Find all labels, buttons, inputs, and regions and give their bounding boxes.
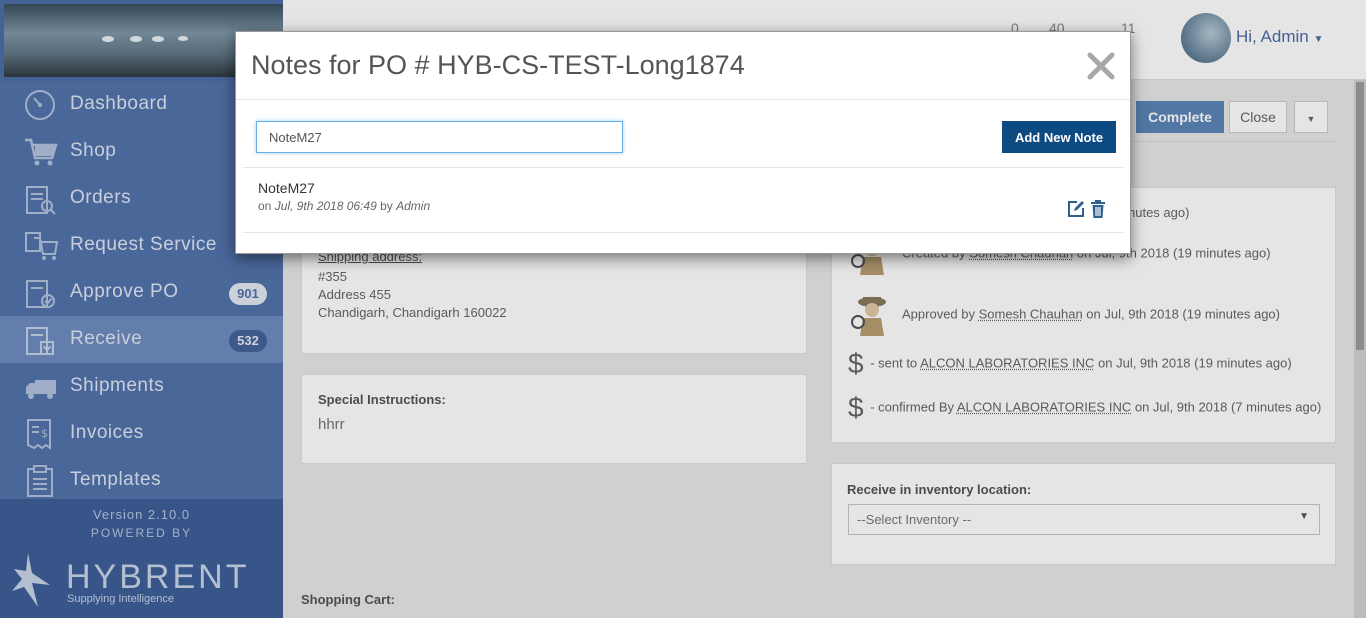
notes-modal: Notes for PO # HYB-CS-TEST-Long1874 Add … (235, 31, 1131, 254)
close-icon[interactable] (1086, 51, 1116, 81)
edit-icon[interactable] (1066, 199, 1086, 219)
note-input[interactable] (256, 121, 623, 153)
divider (243, 232, 1123, 233)
note-title: NoteM27 (258, 180, 315, 196)
modal-title: Notes for PO # HYB-CS-TEST-Long1874 (251, 50, 745, 80)
note-author: Admin (396, 199, 431, 213)
trash-icon[interactable] (1090, 199, 1106, 219)
modal-header: Notes for PO # HYB-CS-TEST-Long1874 (236, 32, 1130, 100)
add-new-note-button[interactable]: Add New Note (1002, 121, 1116, 153)
note-meta: on Jul, 9th 2018 06:49 by Admin (258, 199, 431, 213)
note-date: Jul, 9th 2018 06:49 (274, 199, 377, 213)
divider (243, 167, 1123, 168)
